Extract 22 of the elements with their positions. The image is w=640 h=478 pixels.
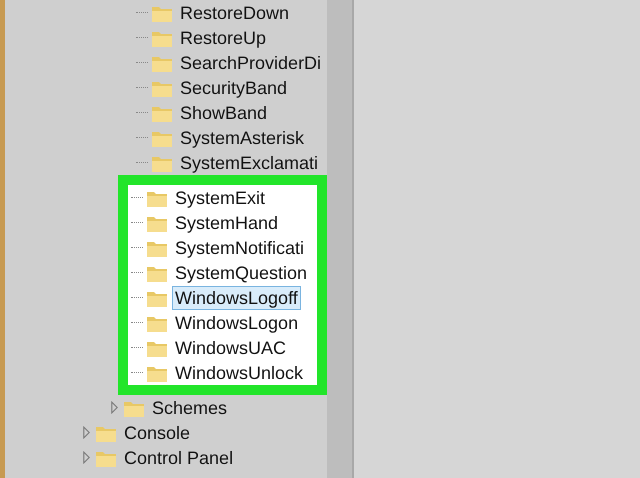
tree-item[interactable]: RestoreDown: [177, 0, 292, 24]
tree-item[interactable]: RestoreUp: [177, 26, 270, 50]
tree-item[interactable]: WindowsLogoff: [172, 286, 301, 310]
tree-item[interactable]: SecurityBand: [177, 76, 290, 100]
tree-item[interactable]: SearchProviderDi: [177, 50, 324, 74]
tree-item[interactable]: WindowsUnlock: [172, 360, 306, 384]
tree-item[interactable]: Schemes: [149, 396, 230, 420]
tree-item[interactable]: SystemNotificati: [172, 236, 308, 260]
tree-item[interactable]: SystemAsterisk: [177, 126, 308, 150]
scrollbar[interactable]: [327, 0, 352, 478]
tree-item[interactable]: Control Panel: [121, 446, 236, 470]
tree-item[interactable]: WindowsUAC: [172, 336, 290, 360]
tree-item[interactable]: ShowBand: [177, 100, 270, 124]
tree-item[interactable]: SystemQuestion: [172, 260, 310, 284]
tree-item[interactable]: Console: [121, 420, 194, 444]
expand-arrow-icon[interactable]: [82, 426, 90, 439]
tree-item[interactable]: WindowsLogon: [172, 310, 302, 334]
expand-arrow-icon[interactable]: [110, 401, 118, 414]
tree-item[interactable]: SystemExit: [172, 186, 268, 210]
tree-item[interactable]: SystemHand: [172, 210, 282, 234]
tree-item[interactable]: SystemExclamati: [177, 150, 322, 174]
expand-arrow-icon[interactable]: [82, 451, 90, 464]
